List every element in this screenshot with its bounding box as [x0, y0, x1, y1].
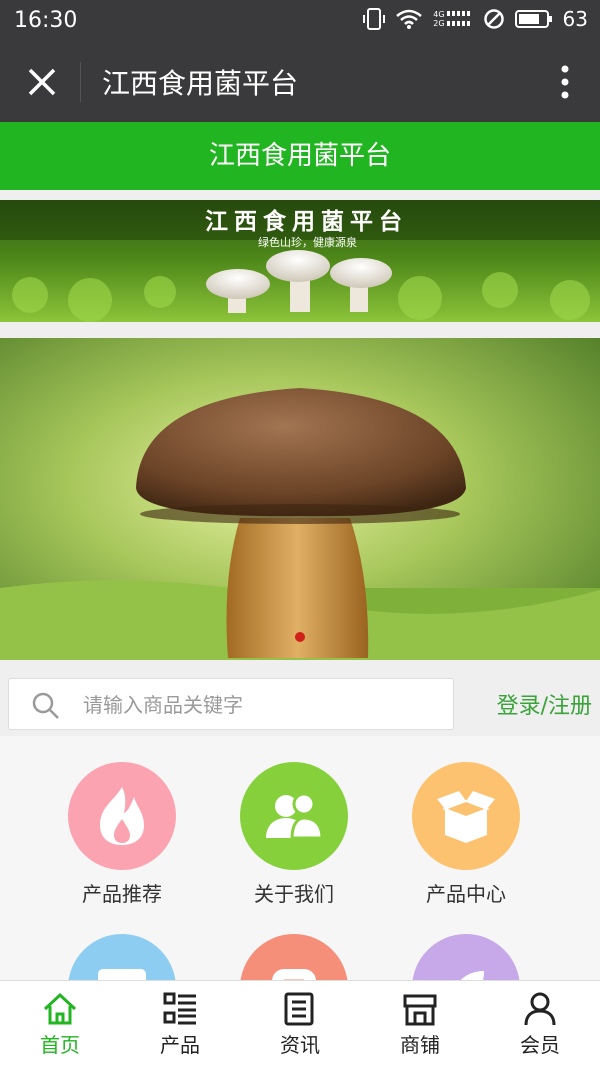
menu-icon-circle	[240, 934, 348, 982]
tab-label: 会员	[520, 1033, 560, 1057]
more-icon[interactable]	[560, 64, 570, 100]
signal-icon: 4G 2G	[433, 9, 472, 29]
title-divider	[80, 62, 81, 102]
menu-label: 产品中心	[426, 882, 506, 906]
tab-label: 资讯	[280, 1033, 320, 1057]
battery-icon	[514, 10, 552, 28]
fire-icon	[100, 787, 144, 845]
top-banner[interactable]: 江西食用菌平台 绿色山珍，健康源泉	[0, 200, 600, 322]
title-bar: 江西食用菌平台	[0, 42, 600, 122]
site-header: 江西食用菌平台	[0, 122, 600, 190]
menu-grid: 产品推荐 关于我们 产品中心	[0, 736, 600, 982]
wifi-icon	[396, 9, 423, 29]
carousel-indicator[interactable]	[295, 632, 305, 642]
battery-level: 63	[562, 7, 588, 31]
tab-label: 首页	[40, 1033, 80, 1057]
tab-news[interactable]: 资讯	[240, 981, 360, 1068]
search-row: 登录/注册	[0, 672, 600, 736]
status-icons: 4G 2G 63	[363, 7, 588, 31]
menu-label: 产品推荐	[82, 882, 162, 906]
login-register-link[interactable]: 登录/注册	[497, 688, 592, 720]
bottom-tab-bar: 首页 产品 资讯 商铺 会员	[0, 980, 600, 1068]
menu-icon-circle	[412, 762, 520, 870]
banner-slogan: 绿色山珍，健康源泉	[258, 236, 357, 249]
users-icon	[266, 792, 324, 840]
page-title: 江西食用菌平台	[102, 67, 299, 100]
menu-item-5[interactable]	[209, 934, 379, 982]
status-bar: 16:30 4G 2G 63	[0, 0, 600, 42]
menu-icon-circle	[412, 934, 520, 982]
vibrate-icon	[363, 8, 386, 30]
menu-item-about[interactable]: 关于我们	[209, 762, 379, 907]
search-box[interactable]	[8, 678, 454, 730]
menu-icon-circle	[68, 934, 176, 982]
menu-item-products[interactable]: 产品中心	[381, 762, 551, 907]
tab-shop[interactable]: 商铺	[360, 981, 480, 1068]
network-top-label: 4G	[433, 10, 445, 19]
menu-item-6[interactable]	[381, 934, 551, 982]
status-time: 16:30	[14, 8, 78, 33]
box-icon	[437, 791, 495, 843]
home-icon	[43, 992, 77, 1025]
search-input[interactable]	[81, 687, 445, 723]
tab-label: 产品	[160, 1033, 200, 1057]
user-icon	[524, 992, 556, 1026]
menu-icon-circle	[68, 762, 176, 870]
menu-label: 关于我们	[254, 882, 334, 906]
tab-products[interactable]: 产品	[120, 981, 240, 1068]
news-icon	[284, 992, 314, 1026]
tab-label: 商铺	[400, 1033, 440, 1057]
dnd-icon	[483, 9, 504, 29]
hero-carousel[interactable]	[0, 338, 600, 660]
list-icon	[163, 992, 196, 1025]
menu-item-recommend[interactable]: 产品推荐	[37, 762, 207, 907]
menu-icon-circle	[240, 762, 348, 870]
tab-member[interactable]: 会员	[480, 981, 600, 1068]
tab-home[interactable]: 首页	[0, 981, 120, 1068]
shop-icon	[403, 994, 437, 1026]
search-icon	[32, 692, 59, 719]
network-bottom-label: 2G	[433, 19, 445, 28]
banner-headline: 江西食用菌平台	[205, 208, 408, 235]
close-icon[interactable]	[22, 62, 62, 102]
menu-item-4[interactable]	[37, 934, 207, 982]
